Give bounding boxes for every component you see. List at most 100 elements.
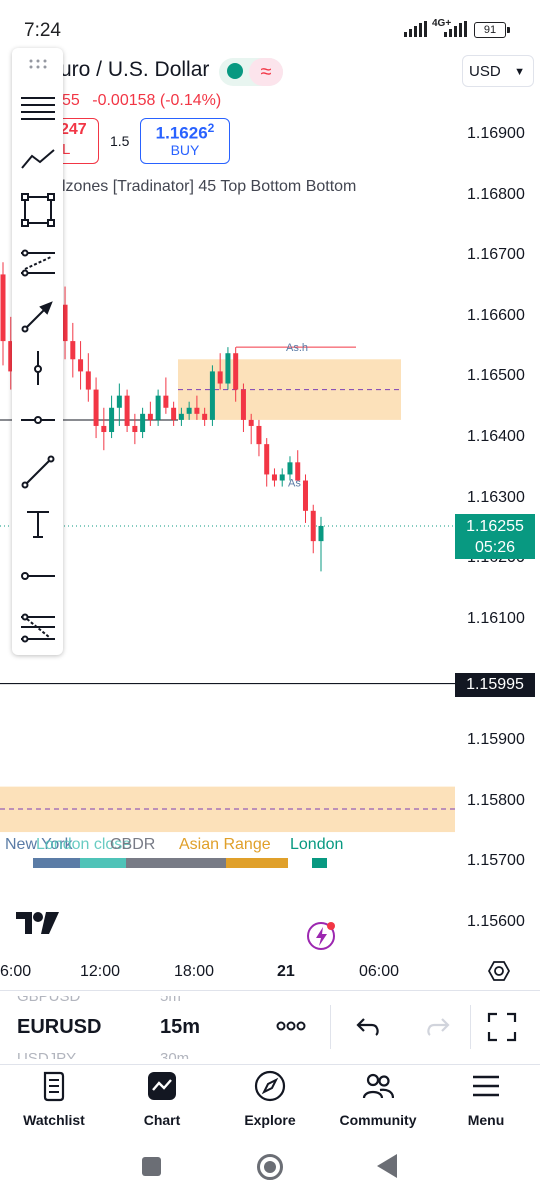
battery-icon: 91 <box>474 22 510 38</box>
watchlist-icon <box>43 1071 65 1102</box>
candle <box>0 274 6 342</box>
time-tick-label: 06:00 <box>359 963 400 980</box>
candle <box>155 395 161 420</box>
signal-icon-2 <box>444 21 467 37</box>
tool-horizontal-ray[interactable] <box>12 394 63 446</box>
sell-label: L <box>62 141 71 158</box>
tool-vertical-line[interactable] <box>12 342 63 394</box>
chevron-down-icon: ▼ <box>514 66 525 78</box>
candle <box>233 353 239 390</box>
time-tick-label: 6:00 <box>0 963 32 980</box>
candle <box>248 419 254 426</box>
candle <box>217 371 223 384</box>
tool-parallel-channel[interactable] <box>12 238 63 290</box>
candle <box>318 525 324 542</box>
candle <box>101 425 107 433</box>
candle <box>202 413 208 420</box>
candle <box>78 359 84 372</box>
candle <box>240 389 246 420</box>
delayed-data-icon[interactable]: ≈ <box>249 58 283 86</box>
currency-select[interactable]: USD ▼ <box>462 55 534 87</box>
ray-icon <box>20 572 55 580</box>
buy-price-pip: 2 <box>207 121 215 135</box>
toolbar-drag-handle[interactable] <box>12 50 63 78</box>
drag-handle-icon <box>29 59 46 69</box>
recents-button[interactable] <box>142 1157 161 1176</box>
status-bar: 7:24 4G+ 91 <box>0 0 540 48</box>
session-bar <box>126 858 226 868</box>
nav-chart-label: Chart <box>143 1112 181 1128</box>
nav-watchlist[interactable]: Watchlist <box>9 1070 99 1134</box>
chart-settings-icon[interactable] <box>488 960 510 982</box>
toolbar-divider <box>330 1005 331 1049</box>
tool-arrow[interactable] <box>12 290 63 342</box>
symbol-title[interactable]: uro / U.S. Dollar <box>60 58 209 82</box>
price-tick-label: 1.15900 <box>467 731 525 749</box>
candle <box>147 413 153 420</box>
price-change-value: -0.00158 (-0.14%) <box>92 92 222 109</box>
time-tick-label: 12:00 <box>80 963 121 980</box>
session-label: CBDR <box>110 836 156 853</box>
toolbar-divider <box>470 1005 471 1049</box>
candle <box>93 389 99 426</box>
nav-menu[interactable]: Menu <box>441 1070 531 1134</box>
nav-watchlist-label: Watchlist <box>23 1112 85 1128</box>
annotation-as-h: As.h <box>286 342 308 354</box>
candle <box>302 480 308 511</box>
price-tick-label: 1.15600 <box>467 913 525 930</box>
signal-icon <box>404 21 427 37</box>
horizontal-line-price-tag[interactable]: 1.15995 <box>455 673 535 697</box>
time-tick-label: 21 <box>277 963 295 980</box>
session-label: London <box>290 836 344 853</box>
tool-fib-channel[interactable] <box>12 602 63 654</box>
price-tick-label: 1.15800 <box>467 791 525 809</box>
bar-countdown: 05:26 <box>474 539 516 556</box>
buy-button[interactable]: 1.16262 BUY <box>140 118 230 164</box>
candle <box>171 407 177 420</box>
nav-community[interactable]: Community <box>333 1070 423 1134</box>
candle <box>310 510 316 542</box>
more-options-icon[interactable] <box>276 1020 306 1032</box>
price-tick-label: 1.16400 <box>467 428 525 446</box>
redo-icon[interactable] <box>424 1015 450 1037</box>
price-tick-label: 1.16800 <box>467 185 525 203</box>
candle <box>279 474 285 481</box>
buy-price-main: 1.1626 <box>155 123 208 143</box>
candle <box>140 413 146 433</box>
nav-chart[interactable]: Chart <box>117 1070 207 1134</box>
price-tick-label: 1.16500 <box>467 367 525 385</box>
tool-horizontal-lines[interactable] <box>12 82 63 134</box>
community-icon <box>362 1073 394 1099</box>
session-bar <box>80 858 126 868</box>
fullscreen-icon[interactable] <box>487 1012 517 1042</box>
system-nav-bar <box>0 1140 540 1200</box>
candle <box>287 462 293 475</box>
tool-trend-path[interactable] <box>12 132 63 184</box>
undo-icon[interactable] <box>356 1015 382 1037</box>
spread-value: 1.5 <box>110 133 130 149</box>
tool-text[interactable] <box>12 498 63 550</box>
candle <box>194 407 200 414</box>
price-tick-label: 1.16100 <box>467 609 525 627</box>
interval-picker[interactable]: 15m <box>160 1016 200 1039</box>
back-button[interactable] <box>377 1154 397 1178</box>
candle <box>256 425 262 445</box>
tool-ray[interactable] <box>12 550 63 602</box>
candle <box>70 341 76 360</box>
candle <box>264 444 270 475</box>
home-button[interactable] <box>257 1154 283 1180</box>
horizontal-line-icon <box>20 416 55 424</box>
candle <box>124 395 130 426</box>
tradingview-logo <box>16 912 59 934</box>
text-icon <box>26 511 49 538</box>
tool-rectangle[interactable] <box>12 184 63 236</box>
indicator-legend[interactable]: lzones [Tradinator] 45 Top Bottom Bottom <box>62 178 356 196</box>
flash-icon[interactable] <box>306 920 338 952</box>
symbol-picker[interactable]: EURUSD <box>17 1016 101 1039</box>
status-time: 7:24 <box>24 20 61 41</box>
tool-trend-line[interactable] <box>12 446 63 498</box>
session-bar <box>312 858 327 868</box>
price-tick-label: 1.16700 <box>467 246 525 264</box>
nav-explore[interactable]: Explore <box>225 1070 315 1134</box>
rectangle-icon <box>20 193 55 227</box>
